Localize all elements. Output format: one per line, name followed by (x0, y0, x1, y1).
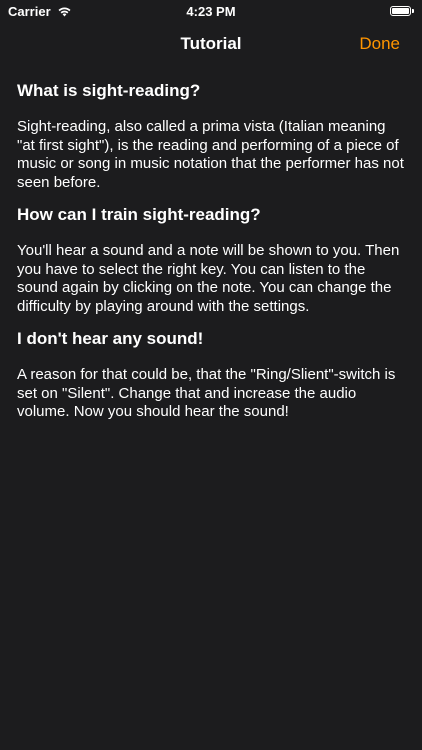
section-text: Sight-reading, also called a prima vista… (17, 118, 404, 191)
wifi-icon (57, 6, 72, 17)
section-how-to-train: How can I train sight-reading? You'll he… (17, 204, 405, 316)
section-no-sound: I don't hear any sound! A reason for tha… (17, 328, 405, 422)
battery-icon (390, 6, 414, 16)
status-bar: Carrier 4:23 PM (0, 0, 422, 22)
carrier-label: Carrier (8, 3, 51, 19)
status-left: Carrier (8, 4, 72, 19)
section-text: A reason for that could be, that the "Ri… (17, 366, 396, 420)
done-button[interactable]: Done (359, 34, 400, 54)
navigation-bar: Tutorial Done (0, 22, 422, 66)
section-title: How can I train sight-reading? (17, 205, 261, 224)
section-what-is-sight-reading: What is sight-reading? Sight-reading, al… (17, 80, 405, 192)
tutorial-content: What is sight-reading? Sight-reading, al… (17, 80, 405, 434)
section-text: You'll hear a sound and a note will be s… (17, 242, 400, 315)
section-title: What is sight-reading? (17, 81, 201, 100)
section-title: I don't hear any sound! (17, 329, 204, 348)
nav-title: Tutorial (180, 34, 242, 53)
